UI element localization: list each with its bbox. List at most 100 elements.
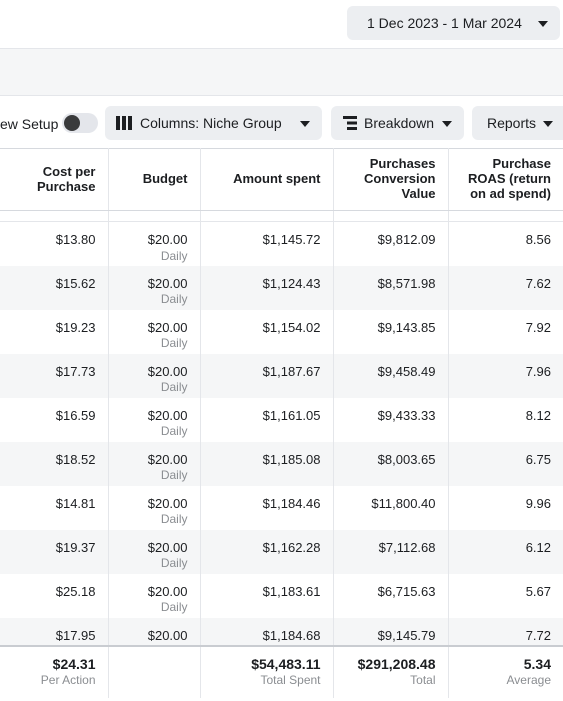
total-amount-spent: $54,483.11 Total Spent bbox=[200, 644, 334, 698]
average-roas: 5.34 Average bbox=[448, 644, 563, 698]
budget-period: Daily bbox=[160, 292, 188, 307]
view-setup-label: ew Setup bbox=[0, 116, 59, 132]
budget-cell[interactable]: $20.00 Daily bbox=[108, 485, 201, 530]
budget-cell[interactable]: $20.00 Daily bbox=[108, 441, 201, 486]
budget-cell[interactable]: $20.00 bbox=[108, 617, 201, 646]
header-cost-per-purchase[interactable]: Cost per Purchase bbox=[0, 148, 109, 211]
totals-row: $24.31 Per Action $54,483.11 Total Spent… bbox=[0, 644, 563, 698]
cost-per-purchase-cell: $17.73 bbox=[0, 353, 109, 398]
columns-label: Columns: Niche Group bbox=[140, 115, 282, 131]
amount-spent-cell: $1,184.46 bbox=[200, 485, 334, 530]
conversion-value-cell: $9,145.79 bbox=[333, 617, 449, 646]
top-bar: 1 Dec 2023 - 1 Mar 2024 bbox=[0, 0, 563, 48]
caret-down-icon bbox=[300, 121, 310, 127]
conversion-value-cell: $9,458.49 bbox=[333, 353, 449, 398]
header-spacer-row bbox=[0, 210, 563, 222]
total-cost-per-purchase: $24.31 Per Action bbox=[0, 644, 109, 698]
columns-button[interactable]: Columns: Niche Group bbox=[105, 106, 322, 140]
amount-spent-cell: $1,124.43 bbox=[200, 265, 334, 310]
budget-cell[interactable]: $20.00 Daily bbox=[108, 309, 201, 354]
amount-spent-cell: $1,162.28 bbox=[200, 529, 334, 574]
budget-cell[interactable]: $20.00 Daily bbox=[108, 221, 201, 266]
roas-cell: 9.96 bbox=[525, 495, 551, 511]
table-row[interactable]: $25.18 $20.00 Daily $1,183.61 $6,715.63 5.67 bbox=[0, 573, 563, 618]
budget-period: Daily bbox=[160, 248, 188, 263]
cost-per-purchase-cell: $16.59 bbox=[0, 397, 109, 442]
budget-period: Daily bbox=[160, 468, 188, 483]
budget-period: Daily bbox=[160, 556, 188, 571]
roas-cell: 7.96 bbox=[448, 353, 563, 398]
table-row[interactable]: $18.52 $20.00 Daily $1,185.08 $8,003.65 6.75 bbox=[0, 441, 563, 486]
date-range-picker[interactable]: 1 Dec 2023 - 1 Mar 2024 bbox=[347, 6, 560, 40]
budget-cell[interactable]: $20.00 Daily bbox=[108, 265, 201, 310]
conversion-value-cell: $7,112.68 bbox=[333, 529, 449, 574]
roas-cell: 8.56 bbox=[525, 232, 551, 247]
amount-spent-cell: $1,161.05 bbox=[200, 397, 334, 442]
header-purchase-roas[interactable]: Purchase ROAS (return on ad spend) bbox=[448, 148, 563, 211]
caret-down-icon bbox=[543, 121, 553, 127]
roas-cell: 7.92 bbox=[525, 319, 551, 335]
header-budget[interactable]: Budget bbox=[108, 148, 201, 211]
roas-cell: 6.75 bbox=[448, 441, 563, 486]
budget-period: Daily bbox=[160, 600, 188, 615]
reports-label: Reports bbox=[487, 115, 537, 131]
toggle-knob bbox=[64, 115, 80, 131]
campaign-table: Cost per Purchase Budget Amount spent Pu… bbox=[0, 148, 563, 698]
cost-per-purchase-cell: $19.37 bbox=[0, 529, 109, 574]
conversion-value-cell: $6,715.63 bbox=[333, 573, 449, 618]
conversion-value-cell: $8,571.98 bbox=[333, 265, 449, 310]
budget-cell[interactable]: $20.00 Daily bbox=[108, 353, 201, 398]
budget-period: Daily bbox=[160, 512, 188, 527]
amount-spent-cell: $1,183.61 bbox=[200, 573, 334, 618]
cost-per-purchase-cell: $13.80 bbox=[0, 221, 109, 266]
view-setup-toggle[interactable] bbox=[62, 113, 98, 133]
roas-cell: 8.12 bbox=[525, 407, 551, 423]
roas-cell: 7.62 bbox=[448, 265, 563, 310]
budget-period: Daily bbox=[160, 380, 188, 395]
total-budget bbox=[108, 644, 201, 698]
cost-per-purchase-cell: $15.62 bbox=[0, 265, 109, 310]
header-purchases-conversion-value[interactable]: Purchases Conversion Value bbox=[333, 148, 449, 211]
roas-cell: 6.12 bbox=[448, 529, 563, 574]
table-row[interactable]: $14.81 $20.00 Daily $1,184.46 $11,800.40 9.96 bbox=[0, 485, 563, 530]
amount-spent-cell: $1,187.67 bbox=[200, 353, 334, 398]
cost-per-purchase-cell: $25.18 bbox=[0, 573, 109, 618]
reports-button[interactable]: Reports bbox=[472, 106, 563, 140]
conversion-value-cell: $9,812.09 bbox=[333, 221, 449, 266]
total-conversion-value: $291,208.48 Total bbox=[333, 644, 449, 698]
filter-band bbox=[0, 48, 563, 96]
roas-cell: 7.72 bbox=[448, 617, 563, 646]
cost-per-purchase-cell: $17.95 bbox=[0, 617, 109, 646]
table-row[interactable]: $17.95 $20.00 $1,184.68 $9,145.79 7.72 bbox=[0, 617, 563, 646]
header-amount-spent[interactable]: Amount spent bbox=[200, 148, 334, 211]
budget-period: Daily bbox=[160, 336, 188, 351]
conversion-value-cell: $11,800.40 bbox=[333, 485, 449, 530]
amount-spent-cell: $1,145.72 bbox=[200, 221, 334, 266]
caret-down-icon bbox=[538, 21, 548, 27]
budget-cell[interactable]: $20.00 Daily bbox=[108, 397, 201, 442]
table-row[interactable]: $16.59 $20.00 Daily $1,161.05 $9,433.33 8.12 bbox=[0, 397, 563, 442]
columns-icon bbox=[116, 116, 132, 130]
table-row[interactable]: $19.23 $20.00 Daily $1,154.02 $9,143.85 7.92 bbox=[0, 309, 563, 354]
conversion-value-cell: $9,433.33 bbox=[333, 397, 449, 442]
roas-cell: 5.67 bbox=[525, 583, 551, 599]
table-row[interactable]: $17.73 $20.00 Daily $1,187.67 $9,458.49 7.96 bbox=[0, 353, 563, 398]
conversion-value-cell: $9,143.85 bbox=[333, 309, 449, 354]
table-row[interactable]: $15.62 $20.00 Daily $1,124.43 $8,571.98 7.62 bbox=[0, 265, 563, 310]
budget-period: Daily bbox=[160, 424, 188, 439]
conversion-value-cell: $8,003.65 bbox=[333, 441, 449, 486]
budget-cell[interactable]: $20.00 Daily bbox=[108, 573, 201, 618]
table-row[interactable]: $19.37 $20.00 Daily $1,162.28 $7,112.68 6.12 bbox=[0, 529, 563, 574]
amount-spent-cell: $1,154.02 bbox=[200, 309, 334, 354]
breakdown-button[interactable]: Breakdown bbox=[331, 106, 464, 140]
caret-down-icon bbox=[442, 121, 452, 127]
cost-per-purchase-cell: $14.81 bbox=[0, 485, 109, 530]
date-range-label: 1 Dec 2023 - 1 Mar 2024 bbox=[367, 15, 522, 31]
table-row[interactable]: $13.80 $20.00 Daily $1,145.72 $9,812.09 8.56 bbox=[0, 221, 563, 266]
breakdown-icon bbox=[343, 116, 357, 130]
amount-spent-cell: $1,184.68 bbox=[200, 617, 334, 646]
budget-cell[interactable]: $20.00 Daily bbox=[108, 529, 201, 574]
cost-per-purchase-cell: $19.23 bbox=[0, 309, 109, 354]
cost-per-purchase-cell: $18.52 bbox=[0, 441, 109, 486]
amount-spent-cell: $1,185.08 bbox=[200, 441, 334, 486]
